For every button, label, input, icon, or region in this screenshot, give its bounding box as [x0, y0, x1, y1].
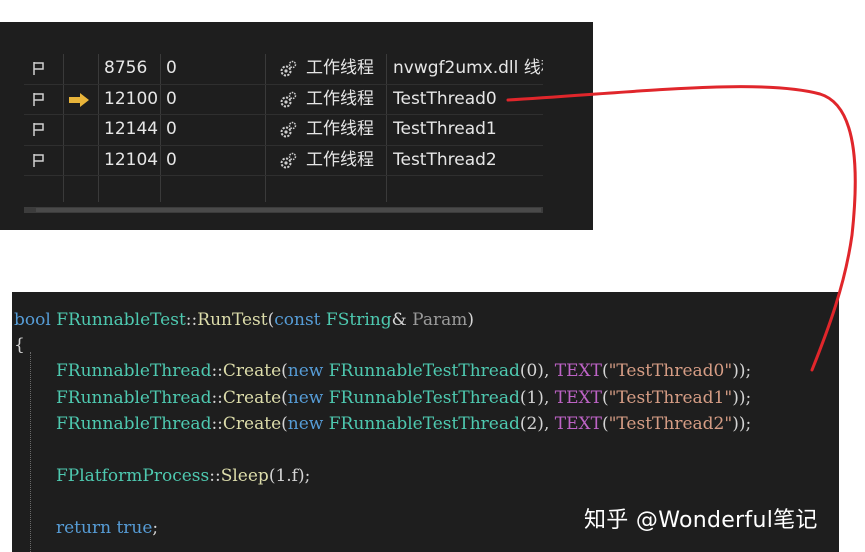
class-name: FRunnableThread: [56, 388, 212, 408]
type-name: FString: [325, 310, 392, 330]
argument: (1.f);: [268, 466, 311, 486]
keyword: new: [287, 414, 324, 434]
thread-category: 0: [166, 88, 177, 109]
paren: (: [281, 414, 288, 434]
scope-operator: ::: [211, 361, 223, 381]
thread-row[interactable]: 12100 0 工作线程 TestThread0: [24, 85, 543, 115]
keyword: true: [116, 518, 153, 538]
thread-name: TestThread0: [393, 88, 497, 109]
param-name: Param: [406, 310, 468, 330]
keyword: return: [56, 518, 112, 538]
function-name: Create: [222, 361, 282, 381]
thread-type: 工作线程: [306, 58, 374, 78]
keyword: new: [287, 361, 324, 381]
type-name: FRunnableTestThread: [328, 388, 520, 408]
argument: (2),: [519, 414, 555, 434]
indent-guide: [30, 352, 31, 552]
argument: (1),: [519, 388, 555, 408]
string-literal: "TestThread0": [608, 361, 733, 381]
function-name: RunTest: [197, 310, 268, 330]
code-line-create-1: FRunnableThread::Create(new FRunnableTes…: [56, 386, 751, 410]
line-end: ));: [732, 388, 752, 408]
scope-operator: ::: [209, 466, 221, 486]
class-name: FRunnableThread: [56, 361, 212, 381]
function-name: Create: [222, 414, 282, 434]
paren: (: [601, 388, 609, 408]
code-line-signature: bool FRunnableTest::RunTest(const FStrin…: [14, 308, 474, 332]
macro: TEXT: [554, 414, 602, 434]
thread-id: 12100: [104, 88, 159, 109]
keyword: new: [287, 388, 324, 408]
scrollbar-thumb[interactable]: [36, 208, 541, 212]
paren: (: [281, 361, 288, 381]
code-line-create-0: FRunnableThread::Create(new FRunnableTes…: [56, 359, 751, 383]
thread-row[interactable]: 8756 0 工作线程 nvwgf2umx.dll 线程: [24, 54, 543, 85]
flag-icon[interactable]: [32, 146, 48, 176]
thread-name: nvwgf2umx.dll 线程: [393, 58, 543, 78]
thread-id: 12144: [104, 119, 159, 139]
thread-category: 0: [166, 119, 177, 139]
thread-type: 工作线程: [306, 88, 374, 109]
argument: (0),: [519, 361, 555, 381]
thread-type: 工作线程: [306, 149, 374, 170]
code-line-sleep: FPlatformProcess::Sleep(1.f);: [56, 464, 310, 488]
class-name: FPlatformProcess: [56, 466, 210, 486]
brace: {: [14, 335, 25, 355]
keyword: bool: [14, 310, 51, 330]
scope-operator: ::: [211, 388, 223, 408]
scope-operator: ::: [211, 414, 223, 434]
line-end: ));: [732, 414, 752, 434]
class-name: FRunnableThread: [56, 414, 212, 434]
code-line-open-brace: {: [14, 333, 25, 357]
scope-operator: ::: [185, 310, 198, 330]
thread-type: 工作线程: [306, 119, 374, 139]
macro: TEXT: [554, 388, 602, 408]
thread-category: 0: [166, 58, 177, 78]
paren: (: [601, 414, 609, 434]
thread-name: TestThread1: [393, 119, 497, 139]
paren: (: [601, 361, 609, 381]
threads-table: 8756 0 工作线程 nvwgf2umx.dll 线程 12100 0 工作线…: [24, 54, 543, 176]
thread-row[interactable]: 12144 0 工作线程 TestThread1: [24, 115, 543, 146]
thread-id: 12104: [104, 149, 159, 170]
type-name: FRunnableTestThread: [328, 361, 520, 381]
function-name: Create: [222, 388, 282, 408]
thread-name: TestThread2: [393, 149, 497, 170]
macro: TEXT: [554, 361, 602, 381]
watermark: 知乎 @Wonderful笔记: [584, 508, 818, 533]
class-name: FRunnableTest: [56, 310, 186, 330]
ampersand: &: [391, 310, 407, 330]
paren: (: [281, 388, 288, 408]
code-line-create-2: FRunnableThread::Create(new FRunnableTes…: [56, 412, 751, 436]
code-line-return: return true;: [56, 516, 158, 540]
current-thread-arrow-icon: [68, 85, 90, 115]
thread-row[interactable]: 12104 0 工作线程 TestThread2: [24, 146, 543, 176]
thread-id: 8756: [104, 58, 148, 78]
flag-icon[interactable]: [32, 54, 48, 84]
string-literal: "TestThread2": [608, 414, 733, 434]
thread-category: 0: [166, 149, 177, 170]
horizontal-scrollbar[interactable]: [24, 207, 543, 213]
function-name: Sleep: [220, 466, 269, 486]
line-end: ;: [152, 518, 159, 538]
keyword: const: [274, 310, 321, 330]
paren: ): [467, 310, 474, 330]
string-literal: "TestThread1": [608, 388, 733, 408]
flag-icon[interactable]: [32, 85, 48, 115]
threads-window: 8756 0 工作线程 nvwgf2umx.dll 线程 12100 0 工作线…: [0, 22, 593, 230]
flag-icon[interactable]: [32, 115, 48, 145]
type-name: FRunnableTestThread: [328, 414, 520, 434]
line-end: ));: [732, 361, 752, 381]
